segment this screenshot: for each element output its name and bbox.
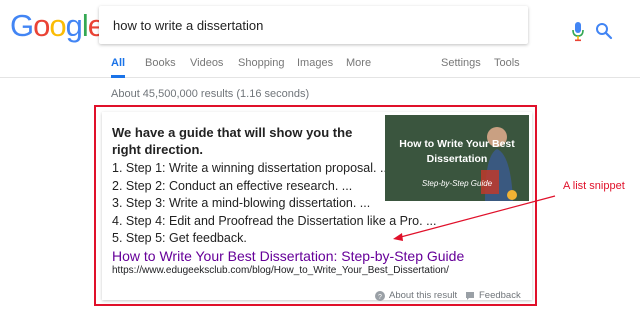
result-url: https://www.edugeeksclub.com/blog/How_to… [112,265,449,276]
google-logo[interactable]: Google [10,8,105,43]
search-results-page: Google All Books Videos Shopping Images … [0,0,640,313]
microphone-icon[interactable] [571,22,585,42]
svg-text:?: ? [378,294,382,301]
snippet-list: 1. Step 1: Write a winning dissertation … [112,160,437,248]
list-item: 2. Step 2: Conduct an effective research… [112,178,353,193]
tab-images[interactable]: Images [297,53,333,78]
tab-books[interactable]: Books [145,53,176,78]
search-tabs: All Books Videos Shopping Images More Se… [0,53,640,78]
logo-letter: o [49,8,66,43]
search-box [99,6,613,44]
logo-letter: g [65,8,83,43]
header: Google All Books Videos Shopping Images … [0,0,640,78]
about-this-result-link[interactable]: ? About this result [375,290,457,301]
tab-more[interactable]: More [346,53,371,78]
tab-shopping[interactable]: Shopping [238,53,285,78]
feedback-link[interactable]: Feedback [465,290,521,301]
tab-tools[interactable]: Tools [494,53,520,78]
thumbnail-title: How to Write Your Best Dissertation [399,138,515,165]
list-item: 3. Step 3: Write a mind-blowing disserta… [112,196,371,210]
search-icon[interactable] [595,22,613,40]
search-input[interactable] [113,6,463,44]
result-title-link[interactable]: How to Write Your Best Dissertation: Ste… [112,248,464,264]
logo-letter: o [33,8,50,43]
list-item: 1. Step 1: Write a winning dissertation … [112,161,391,175]
snippet-heading: We have a guide that will show you the r… [112,125,353,157]
thumbnail-subtitle: Step-by-Step Guide [421,179,493,188]
snippet-footer: ? About this result Feedback [102,290,532,310]
result-stats: About 45,500,000 results (1.16 seconds) [111,88,310,100]
annotation-label: A list snippet [563,180,625,192]
featured-snippet: We have a guide that will show you the r… [102,112,532,301]
feedback-icon [466,291,474,300]
help-icon: ? [375,290,385,301]
tab-settings[interactable]: Settings [441,53,481,78]
tab-all[interactable]: All [111,53,126,78]
list-item: 4. Step 4: Edit and Proofread the Disser… [112,213,437,228]
about-label: About this result [389,290,458,301]
snippet-thumbnail[interactable]: How to Write Your Best Dissertation Step… [385,115,529,201]
feedback-label: Feedback [479,290,521,301]
logo-letter: G [10,8,34,43]
tab-videos[interactable]: Videos [190,53,223,78]
list-item: 5. Step 5: Get feedback. [112,231,247,245]
